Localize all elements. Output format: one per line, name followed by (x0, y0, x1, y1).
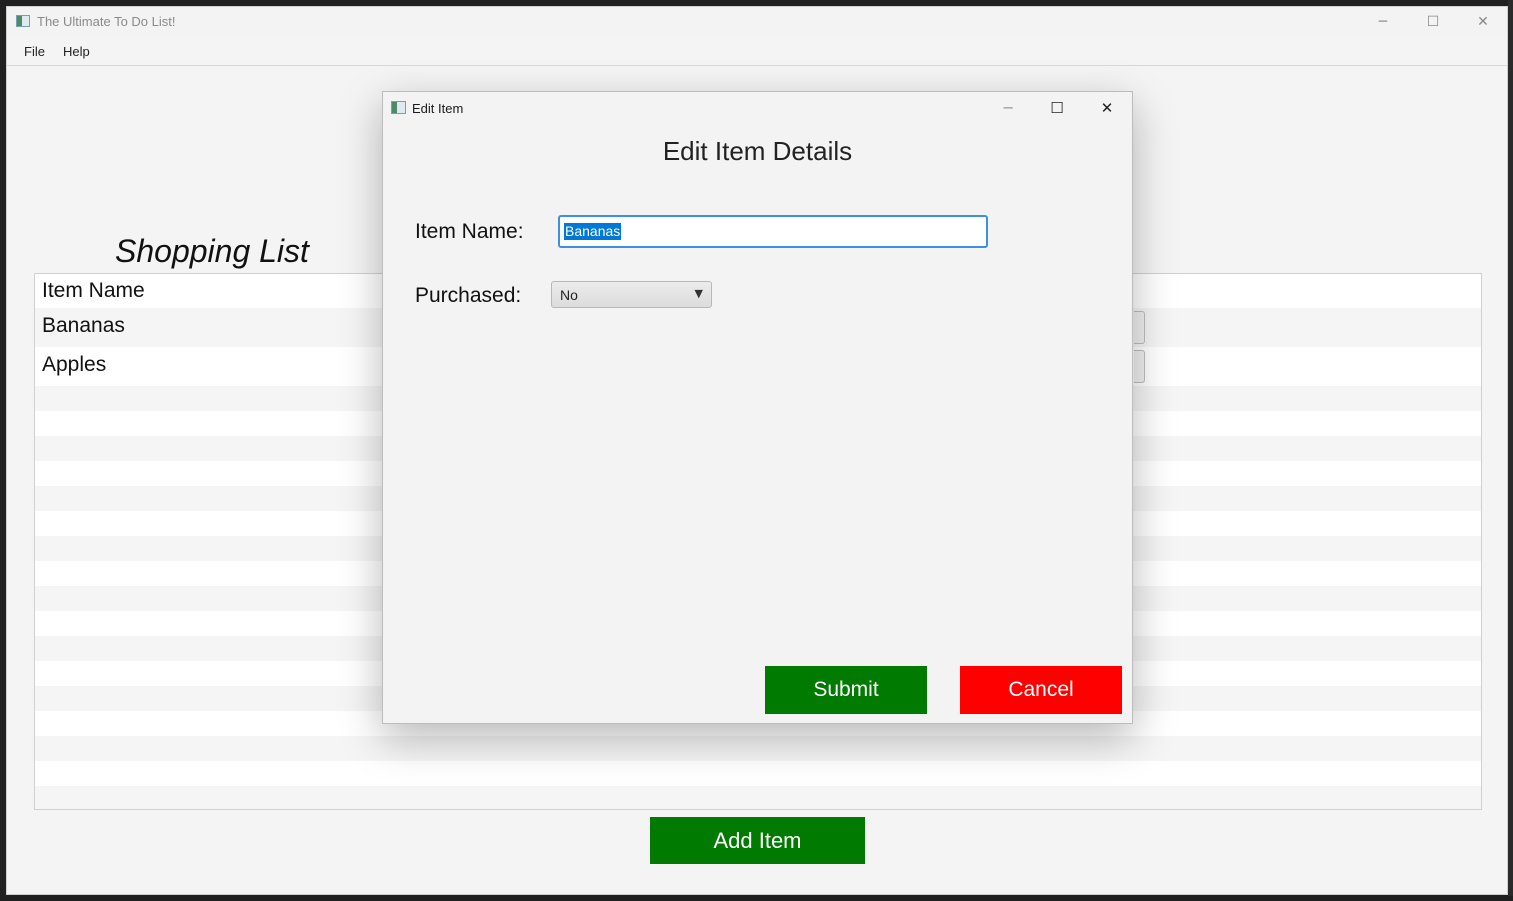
row-action-button[interactable] (1134, 311, 1145, 344)
cancel-button[interactable]: Cancel (960, 666, 1122, 714)
desktop-bottom-edge (0, 896, 1513, 901)
item-name-input[interactable]: Bananas (558, 215, 988, 248)
purchased-value: No (560, 287, 578, 303)
submit-button[interactable]: Submit (765, 666, 927, 714)
chevron-down-icon: ▼ (694, 287, 703, 300)
dialog-minimize-icon[interactable]: ─ (985, 93, 1031, 123)
column-header-item-name: Item Name (42, 279, 145, 302)
dialog-heading: Edit Item Details (662, 136, 853, 166)
dialog-app-icon (391, 101, 406, 114)
row-item-text: Bananas (42, 314, 125, 337)
dialog-close-icon[interactable]: ✕ (1084, 93, 1130, 123)
empty-row (35, 761, 1481, 786)
item-name-label: Item Name: (415, 220, 524, 243)
maximize-icon[interactable]: ☐ (1410, 7, 1456, 37)
dialog-maximize-icon[interactable]: ☐ (1034, 93, 1080, 123)
menu-help[interactable]: Help (63, 44, 90, 59)
purchased-select[interactable]: No ▼ (551, 281, 712, 308)
main-titlebar[interactable]: The Ultimate To Do List! ─ ☐ ✕ (7, 7, 1507, 37)
row-action-button[interactable] (1134, 350, 1145, 383)
minimize-icon[interactable]: ─ (1360, 7, 1406, 37)
purchased-label: Purchased: (415, 284, 522, 307)
edit-item-dialog: Edit Item ─ ☐ ✕ Edit Item Details Item N… (382, 91, 1133, 724)
close-icon[interactable]: ✕ (1460, 7, 1506, 37)
row-item-text: Apples (42, 353, 107, 376)
window-title: The Ultimate To Do List! (37, 14, 176, 29)
menu-file[interactable]: File (24, 44, 45, 59)
app-icon (16, 15, 30, 27)
item-name-value: Bananas (564, 223, 622, 240)
empty-row (35, 736, 1481, 761)
list-title: Shopping List (115, 233, 309, 269)
menu-bar: File Help (7, 37, 1507, 66)
add-item-button[interactable]: Add Item (650, 817, 865, 864)
desktop-right-edge (1508, 0, 1513, 901)
empty-row (35, 786, 1481, 809)
dialog-titlebar[interactable]: Edit Item ─ ☐ ✕ (383, 92, 1132, 124)
dialog-title: Edit Item (412, 101, 464, 116)
